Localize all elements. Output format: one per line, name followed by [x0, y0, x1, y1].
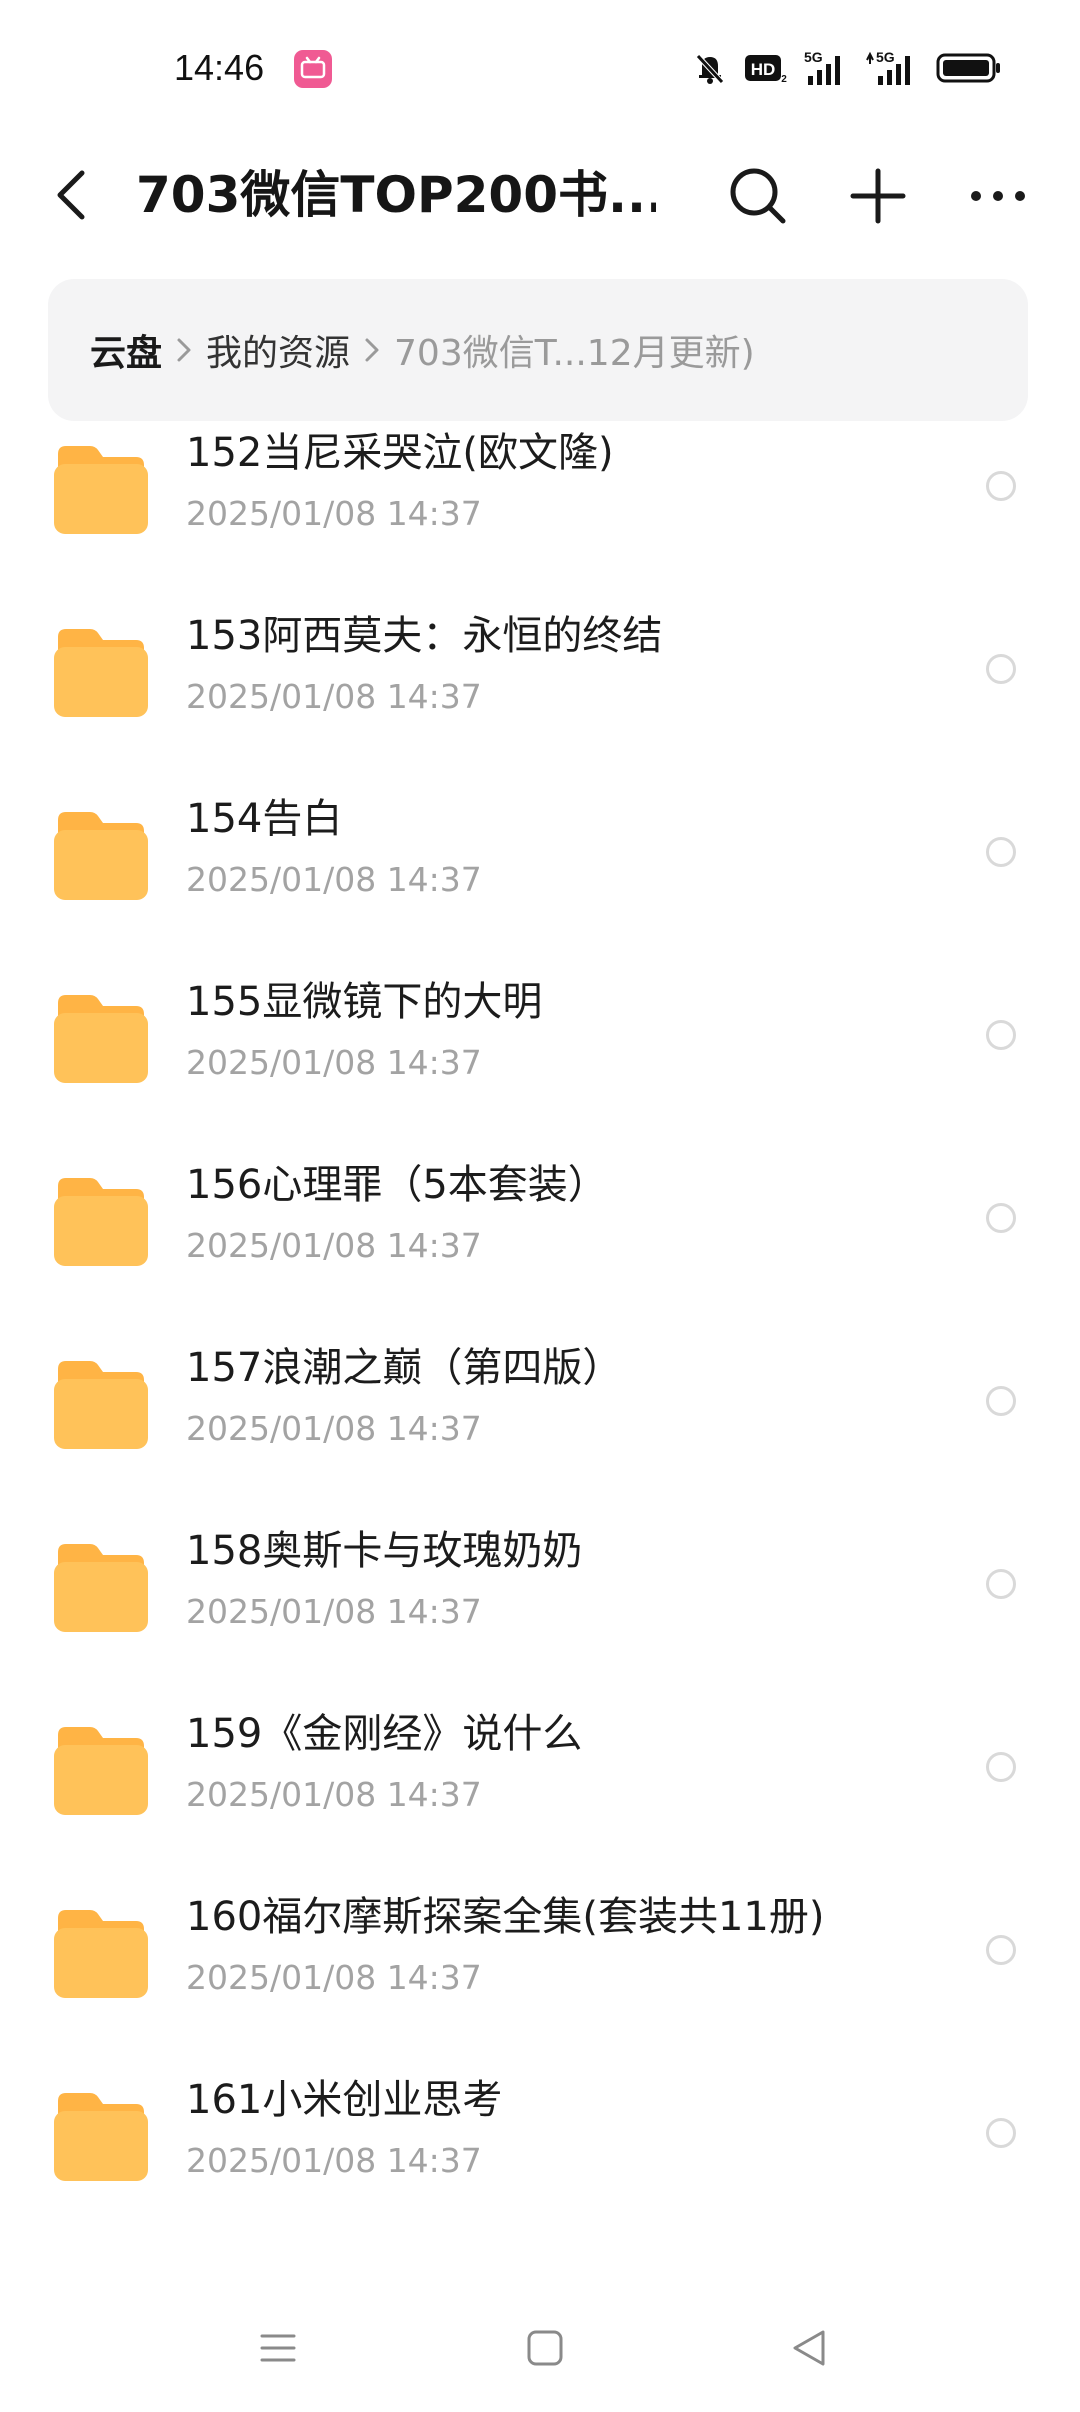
breadcrumb-root[interactable]: 云盘 — [90, 324, 162, 376]
select-checkbox[interactable] — [986, 1935, 1016, 1965]
home-button[interactable] — [515, 2318, 575, 2378]
svg-text:2: 2 — [781, 74, 787, 85]
back-triangle-icon — [793, 2330, 825, 2366]
breadcrumb-my-resources[interactable]: 我的资源 — [206, 324, 350, 376]
hd-icon: HD 2 — [744, 51, 788, 85]
page-title: 703微信TOP200书... — [136, 166, 656, 224]
more-icon — [971, 191, 1025, 201]
more-button[interactable] — [962, 160, 1034, 232]
back-icon — [57, 170, 85, 220]
chevron-right-icon — [162, 336, 206, 364]
chevron-right-icon — [350, 336, 394, 364]
file-name: 160福尔摩斯探案全集(套装共11册) — [186, 1894, 825, 1940]
select-checkbox[interactable] — [986, 1569, 1016, 1599]
file-name: 152当尼采哭泣(欧文隆) — [186, 430, 614, 476]
breadcrumb: 云盘 我的资源 703微信T...12月更新) — [48, 279, 1028, 421]
file-row[interactable]: 154告白 2025/01/08 14:37 — [0, 778, 1080, 961]
file-date: 2025/01/08 14:37 — [186, 1958, 482, 1997]
svg-text:5G: 5G — [876, 49, 895, 65]
file-date: 2025/01/08 14:37 — [186, 1043, 482, 1082]
select-checkbox[interactable] — [986, 471, 1016, 501]
folder-icon — [54, 812, 148, 900]
back-button[interactable] — [42, 160, 102, 230]
file-date: 2025/01/08 14:37 — [186, 860, 482, 899]
plus-icon — [850, 168, 906, 224]
navigation-bar — [0, 2296, 1080, 2412]
select-checkbox[interactable] — [986, 837, 1016, 867]
file-name: 159《金刚经》说什么 — [186, 1711, 583, 1757]
file-row[interactable]: 153阿西莫夫：永恒的终结 2025/01/08 14:37 — [0, 595, 1080, 778]
file-row[interactable]: 160福尔摩斯探案全集(套装共11册) 2025/01/08 14:37 — [0, 1876, 1080, 2059]
svg-text:HD: HD — [751, 60, 776, 79]
select-checkbox[interactable] — [986, 1203, 1016, 1233]
status-time: 14:46 — [174, 47, 265, 88]
file-name: 156心理罪（5本套装） — [186, 1162, 608, 1208]
breadcrumb-current: 703微信T...12月更新) — [394, 333, 755, 374]
file-date: 2025/01/08 14:37 — [186, 1592, 482, 1631]
file-date: 2025/01/08 14:37 — [186, 1409, 482, 1448]
file-date: 2025/01/08 14:37 — [186, 2141, 482, 2180]
status-bar: 14:46 HD 2 5G 5G — [0, 0, 1080, 140]
file-row[interactable]: 155显微镜下的大明 2025/01/08 14:37 — [0, 961, 1080, 1144]
file-date: 2025/01/08 14:37 — [186, 677, 482, 716]
search-button[interactable] — [722, 160, 794, 232]
mute-bell-icon — [690, 48, 730, 88]
file-list[interactable]: 152当尼采哭泣(欧文隆) 2025/01/08 14:37 153阿西莫夫：永恒的… — [0, 420, 1080, 2220]
signal-5g-icon: 5G — [864, 48, 922, 88]
app-header: 703微信TOP200书... — [0, 140, 1080, 250]
recent-apps-button[interactable] — [248, 2318, 308, 2378]
add-button[interactable] — [842, 160, 914, 232]
folder-icon — [54, 629, 148, 717]
folder-icon — [54, 1544, 148, 1632]
file-row[interactable]: 158奥斯卡与玫瑰奶奶 2025/01/08 14:37 — [0, 1510, 1080, 1693]
folder-icon — [54, 1727, 148, 1815]
folder-icon — [54, 1361, 148, 1449]
select-checkbox[interactable] — [986, 2118, 1016, 2148]
file-name: 158奥斯卡与玫瑰奶奶 — [186, 1528, 583, 1574]
menu-icon — [260, 2334, 296, 2362]
file-row[interactable]: 157浪潮之巅（第四版） 2025/01/08 14:37 — [0, 1327, 1080, 1510]
search-icon — [730, 168, 786, 224]
svg-text:5G: 5G — [804, 49, 823, 65]
home-icon — [527, 2330, 563, 2366]
file-date: 2025/01/08 14:37 — [186, 1226, 482, 1265]
status-icons: HD 2 5G 5G — [690, 44, 1002, 92]
app-notification-icon — [294, 50, 332, 88]
signal-5g-icon: 5G — [802, 48, 850, 88]
select-checkbox[interactable] — [986, 1020, 1016, 1050]
file-name: 153阿西莫夫：永恒的终结 — [186, 613, 663, 659]
file-row[interactable]: 156心理罪（5本套装） 2025/01/08 14:37 — [0, 1144, 1080, 1327]
file-name: 161小米创业思考 — [186, 2077, 503, 2123]
file-row[interactable]: 161小米创业思考 2025/01/08 14:37 — [0, 2059, 1080, 2220]
select-checkbox[interactable] — [986, 1752, 1016, 1782]
system-back-button[interactable] — [779, 2318, 839, 2378]
file-date: 2025/01/08 14:37 — [186, 1775, 482, 1814]
file-row[interactable]: 159《金刚经》说什么 2025/01/08 14:37 — [0, 1693, 1080, 1876]
file-name: 155显微镜下的大明 — [186, 979, 543, 1025]
battery-icon — [936, 51, 1002, 85]
select-checkbox[interactable] — [986, 654, 1016, 684]
file-name: 157浪潮之巅（第四版） — [186, 1345, 623, 1391]
folder-icon — [54, 995, 148, 1083]
folder-icon — [54, 2093, 148, 2181]
folder-icon — [54, 446, 148, 534]
file-row[interactable]: 152当尼采哭泣(欧文隆) 2025/01/08 14:37 — [0, 420, 1080, 595]
file-name: 154告白 — [186, 796, 343, 842]
folder-icon — [54, 1178, 148, 1266]
file-date: 2025/01/08 14:37 — [186, 494, 482, 533]
select-checkbox[interactable] — [986, 1386, 1016, 1416]
folder-icon — [54, 1910, 148, 1998]
